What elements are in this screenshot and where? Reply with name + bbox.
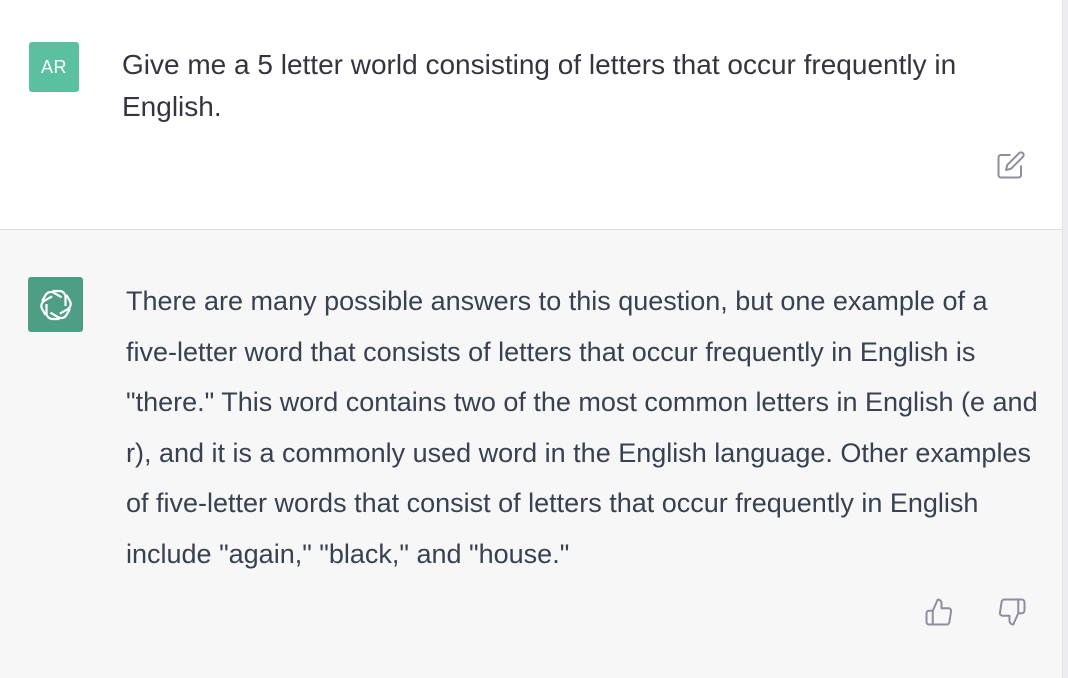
user-message-row: AR Give me a 5 letter world consisting o… — [0, 0, 1062, 230]
chat-window: AR Give me a 5 letter world consisting o… — [0, 0, 1068, 678]
edit-icon — [996, 150, 1026, 180]
assistant-message-row: There are many possible answers to this … — [0, 230, 1062, 678]
user-avatar-initials: AR — [40, 56, 67, 77]
user-message-text: Give me a 5 letter world consisting of l… — [122, 49, 957, 122]
assistant-avatar — [28, 277, 83, 332]
edit-message-button[interactable] — [994, 148, 1028, 182]
openai-logo-icon — [36, 285, 76, 325]
thumbs-down-icon — [997, 597, 1027, 627]
thumbs-up-icon — [924, 597, 954, 627]
thumbs-up-button[interactable] — [922, 595, 956, 629]
assistant-message-text: There are many possible answers to this … — [126, 286, 1038, 569]
user-avatar: AR — [29, 42, 79, 92]
thumbs-down-button[interactable] — [995, 595, 1029, 629]
scrollbar-track[interactable] — [1062, 0, 1068, 678]
